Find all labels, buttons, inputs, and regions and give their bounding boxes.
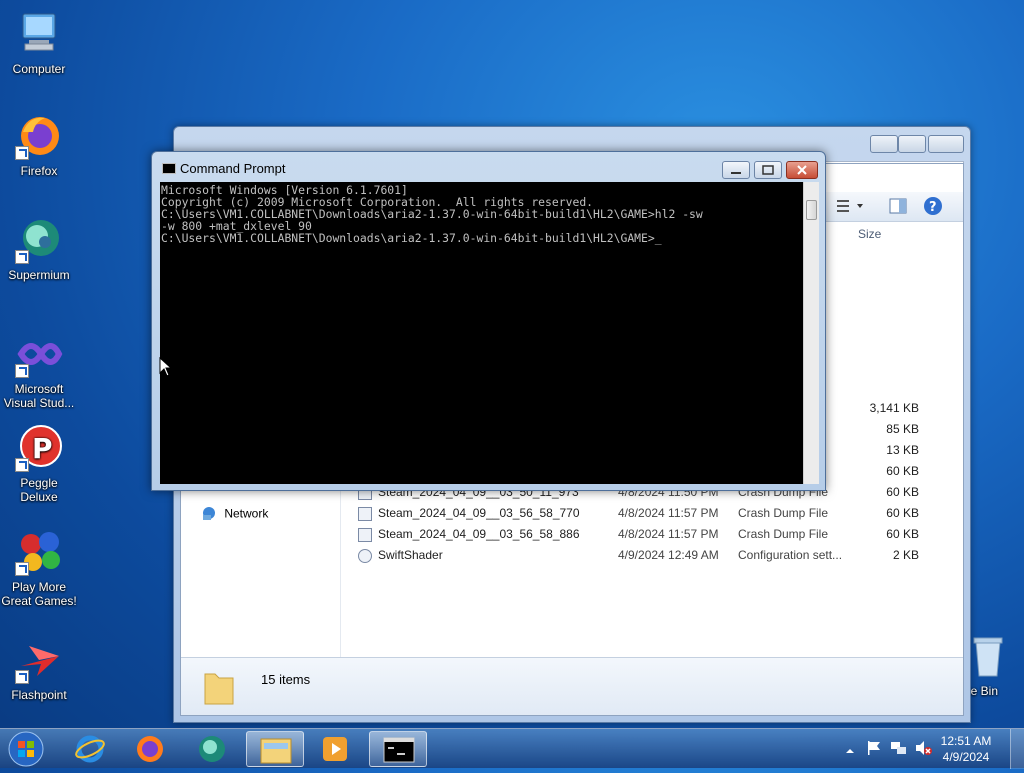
desktop-icon-play-more-games[interactable]: Play More Great Games!	[0, 528, 78, 608]
dump-file-icon	[358, 527, 372, 542]
peggle-icon: P	[15, 424, 63, 472]
desktop-icon-label: Peggle Deluxe	[20, 476, 58, 504]
table-row[interactable]: Steam_2024_04_09__03_56_58_886 4/8/2024 …	[342, 524, 963, 545]
minimize-button[interactable]	[870, 135, 898, 153]
close-button[interactable]	[928, 135, 964, 153]
network-tray-icon[interactable]	[890, 740, 908, 761]
desktop-icon-label: Flashpoint	[11, 688, 67, 702]
clock[interactable]: 12:51 AM 4/9/2024	[934, 733, 998, 765]
firefox-icon	[134, 734, 166, 769]
clock-date: 4/9/2024	[942, 750, 990, 764]
command-prompt-window[interactable]: Command Prompt Microsoft Windows [Versio…	[151, 151, 826, 491]
taskbar-supermium[interactable]	[183, 731, 241, 767]
desktop-icon-computer[interactable]: Computer	[0, 10, 78, 76]
table-row[interactable]: Steam_2024_04_09__03_56_58_770 4/8/2024 …	[342, 503, 963, 524]
details-pane: 15 items	[181, 657, 963, 715]
clock-time: 12:51 AM	[940, 734, 992, 748]
action-center-flag-icon[interactable]	[866, 740, 882, 761]
window-title: Command Prompt	[180, 161, 286, 176]
item-count: 15 items	[261, 672, 311, 687]
dump-file-icon	[358, 506, 372, 521]
nav-item-network[interactable]: Network	[201, 506, 268, 523]
flashpoint-icon	[15, 636, 63, 684]
vertical-scrollbar[interactable]	[803, 182, 819, 484]
show-hidden-icons-button[interactable]	[845, 743, 855, 761]
desktop-icon-label: Supermium	[8, 268, 70, 282]
console-line: C:\Users\VM1.COLLABNET\Downloads\aria2-1…	[161, 231, 662, 246]
media-player-icon	[321, 735, 349, 768]
desktop-icon-visual-studio[interactable]: Microsoft Visual Stud...	[0, 330, 78, 410]
internet-explorer-icon	[74, 734, 106, 769]
desktop-icon-flashpoint[interactable]: Flashpoint	[0, 636, 78, 702]
svg-text:P: P	[32, 432, 53, 465]
desktop-icon-peggle[interactable]: P Peggle Deluxe	[0, 424, 78, 504]
network-icon	[201, 506, 217, 523]
console-output[interactable]: Microsoft Windows [Version 6.1.7601] Copy…	[160, 182, 803, 484]
visual-studio-icon	[15, 330, 63, 378]
desktop-icon-firefox[interactable]: Firefox	[0, 112, 78, 178]
minimize-button[interactable]	[722, 161, 750, 179]
desktop-icon-label: Computer	[12, 62, 66, 76]
taskbar-media-player[interactable]	[306, 731, 364, 767]
desktop-icon-label: Play More Great Games!	[1, 580, 77, 608]
view-options-icon[interactable]	[837, 198, 867, 219]
taskbar-explorer[interactable]	[246, 731, 304, 767]
folder-icon	[201, 666, 237, 713]
supermium-icon	[15, 216, 63, 264]
close-button[interactable]	[786, 161, 818, 179]
show-desktop-button[interactable]	[1010, 729, 1024, 769]
mouse-cursor-icon	[159, 356, 173, 382]
games-icon	[15, 528, 63, 576]
maximize-button[interactable]	[754, 161, 782, 179]
cmd-icon	[162, 163, 176, 174]
desktop-icon-recycle-bin[interactable]: cle Bin	[962, 632, 1024, 698]
table-row[interactable]: SwiftShader 4/9/2024 12:49 AM Configurat…	[342, 545, 963, 566]
cmd-icon	[383, 737, 415, 768]
start-button[interactable]	[6, 730, 46, 773]
help-icon[interactable]: ?	[923, 196, 943, 221]
scrollbar-thumb[interactable]	[806, 200, 817, 220]
taskbar: 12:51 AM 4/9/2024	[0, 728, 1024, 769]
recycle-bin-icon	[968, 632, 1008, 680]
desktop-icon-supermium[interactable]: Supermium	[0, 216, 78, 282]
desktop-icon-label: Firefox	[20, 164, 58, 178]
desktop-icon-label: Microsoft Visual Stud...	[3, 382, 75, 410]
taskbar-internet-explorer[interactable]	[61, 731, 119, 767]
firefox-icon	[15, 112, 63, 160]
volume-muted-icon[interactable]	[914, 740, 932, 761]
folder-icon	[259, 735, 293, 770]
taskbar-command-prompt[interactable]	[369, 731, 427, 767]
svg-text:?: ?	[929, 200, 937, 215]
preview-pane-icon[interactable]	[889, 198, 907, 219]
settings-file-icon	[358, 548, 372, 563]
taskbar-firefox[interactable]	[121, 731, 179, 767]
maximize-button[interactable]	[898, 135, 926, 153]
supermium-icon	[196, 734, 228, 769]
computer-icon	[15, 10, 63, 58]
column-header-size[interactable]: Size	[858, 222, 881, 246]
